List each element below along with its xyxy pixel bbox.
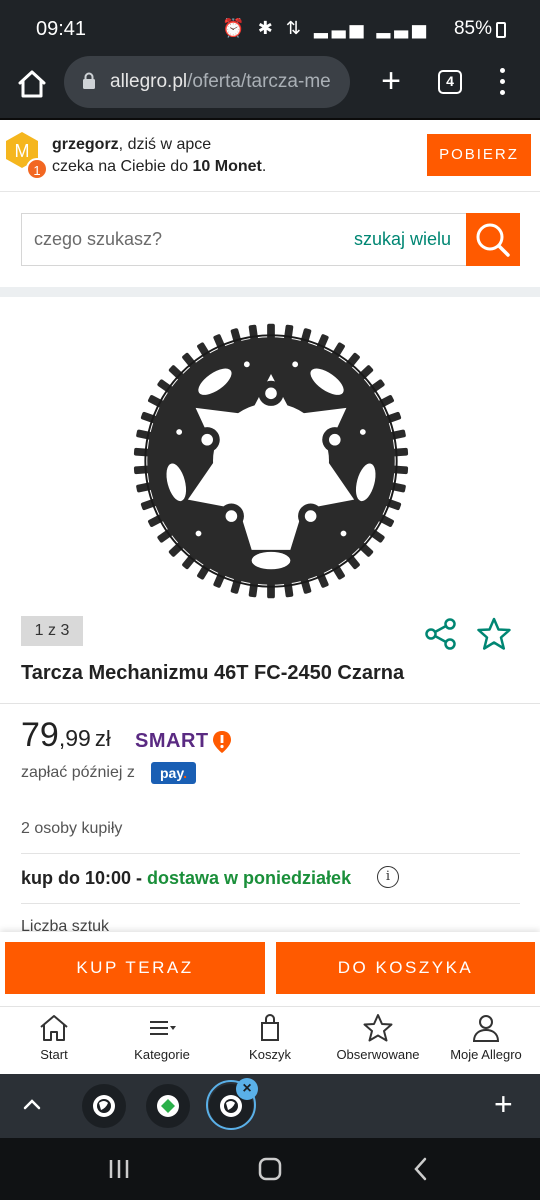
chainring-tooth xyxy=(267,582,275,599)
status-bar: 09:41 ⏰ ✱ ⇅ ▂▃▅ ▂▃▅ 85% xyxy=(0,0,540,56)
user-icon xyxy=(472,1015,500,1042)
nav-label: Obserwowane xyxy=(336,1047,420,1062)
coin-count-badge: 1 xyxy=(26,158,48,180)
search-bar: szukaj wielu xyxy=(21,213,520,266)
url-path: /oferta/tarcza-me xyxy=(187,71,331,92)
browser-tab-strip: × + xyxy=(0,1074,540,1138)
search-multiple-link[interactable]: szukaj wielu xyxy=(354,229,451,250)
section-separator xyxy=(0,287,540,297)
address-bar[interactable]: allegro.pl/oferta/tarcza-me xyxy=(64,56,350,108)
divider xyxy=(21,853,520,854)
allegro-pay-badge[interactable]: pay. xyxy=(151,762,196,784)
chainring-tooth xyxy=(392,447,409,457)
recent-apps-icon[interactable] xyxy=(104,1154,134,1184)
app-favicon-icon xyxy=(157,1095,179,1117)
bottom-navigation: Start Kategorie Koszyk Obserwowane Moje … xyxy=(0,1006,540,1074)
status-time: 09:41 xyxy=(36,18,87,40)
cart-icon xyxy=(261,1014,279,1041)
product-title: Tarcza Mechanizmu 46T FC-2450 Czarna xyxy=(21,662,405,684)
product-price: 79,99 zł xyxy=(21,716,111,754)
lock-icon xyxy=(83,72,95,89)
nav-label: Koszyk xyxy=(249,1047,291,1062)
chainring-tooth xyxy=(267,323,275,340)
smart-badge-icon xyxy=(213,731,231,753)
close-tab-button[interactable]: × xyxy=(236,1078,258,1100)
battery-percent: 85% xyxy=(453,18,492,39)
globe-icon xyxy=(93,1095,115,1117)
coin-badge-letter: M xyxy=(15,141,30,161)
search-icon xyxy=(476,223,510,257)
chainring-tooth xyxy=(133,465,150,475)
battery-icon xyxy=(496,22,506,38)
tab-favicon-1[interactable] xyxy=(82,1084,126,1128)
image-counter: 1 z 3 xyxy=(21,616,83,646)
favorite-star-icon[interactable] xyxy=(476,616,512,652)
browser-toolbar: allegro.pl/oferta/tarcza-me + 4 xyxy=(0,56,540,118)
url-text: allegro.pl/oferta/tarcza-me xyxy=(110,71,342,93)
info-icon[interactable]: i xyxy=(377,866,399,888)
download-app-button[interactable]: POBIERZ xyxy=(427,134,531,176)
bought-count: 2 osoby kupiły xyxy=(21,820,123,837)
coins-user: grzegorz xyxy=(52,136,119,153)
home-icon xyxy=(40,1015,68,1041)
divider xyxy=(0,703,540,704)
categories-icon xyxy=(150,1021,176,1035)
divider xyxy=(21,903,520,904)
nav-label: Start xyxy=(40,1047,68,1062)
search-input[interactable] xyxy=(22,214,352,265)
url-domain: allegro.pl xyxy=(110,71,188,92)
star-icon xyxy=(363,1014,393,1042)
coins-line2: czeka na Ciebie do 10 Monet. xyxy=(52,158,267,175)
nav-cart[interactable]: Koszyk xyxy=(216,1013,324,1073)
nav-watched[interactable]: Obserwowane xyxy=(324,1013,432,1073)
home-button-icon[interactable] xyxy=(255,1154,285,1184)
coins-line1: grzegorz, dziś w apce xyxy=(52,136,212,153)
nav-my-allegro[interactable]: Moje Allegro xyxy=(432,1013,540,1073)
back-icon[interactable] xyxy=(406,1154,436,1184)
nav-categories[interactable]: Kategorie xyxy=(108,1013,216,1073)
tab-switcher-button[interactable]: 4 xyxy=(438,70,462,94)
product-image[interactable] xyxy=(126,316,416,606)
tab-favicon-2[interactable] xyxy=(146,1084,190,1128)
android-navigation-bar xyxy=(0,1138,540,1200)
share-icon[interactable] xyxy=(424,617,458,651)
purchase-actions: KUP TERAZ DO KOSZYKA xyxy=(0,932,540,1006)
nav-label: Kategorie xyxy=(134,1047,190,1062)
nav-label: Moje Allegro xyxy=(450,1047,522,1062)
chainring-tooth xyxy=(392,465,409,475)
chainring-tooth xyxy=(133,447,150,457)
home-icon[interactable] xyxy=(14,66,50,102)
smart-label: SMART xyxy=(135,730,209,752)
nav-start[interactable]: Start xyxy=(0,1013,108,1073)
new-tab-button[interactable]: + xyxy=(376,64,406,98)
buy-now-button[interactable]: KUP TERAZ xyxy=(5,942,265,994)
delivery-info: kup do 10:00 - dostawa w poniedziałek xyxy=(21,868,352,888)
pay-later-text: zapłać później z xyxy=(21,764,135,781)
status-icons: ⏰ ✱ ⇅ ▂▃▅ ▂▃▅ xyxy=(222,18,430,38)
add-to-cart-button[interactable]: DO KOSZYKA xyxy=(276,942,535,994)
browser-menu-icon[interactable] xyxy=(500,68,506,98)
add-tab-button[interactable]: + xyxy=(494,1088,513,1120)
coins-banner: M 1 grzegorz, dziś w apce czeka na Ciebi… xyxy=(0,118,540,192)
chevron-up-icon[interactable] xyxy=(20,1092,44,1116)
search-button[interactable] xyxy=(466,213,520,266)
